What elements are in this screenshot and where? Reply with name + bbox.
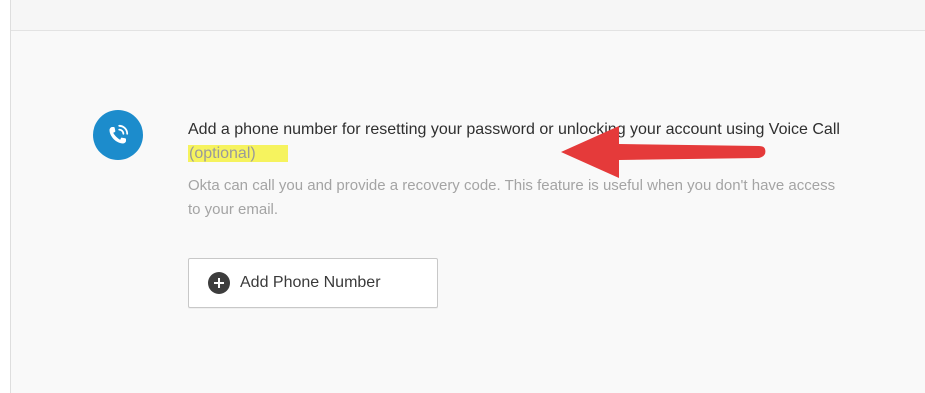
- panel-top-band: [11, 0, 925, 31]
- optional-tag: (optional): [188, 145, 288, 162]
- plus-circle-icon: [208, 272, 230, 294]
- add-phone-number-label: Add Phone Number: [240, 274, 381, 291]
- phone-voice-icon: [93, 110, 143, 160]
- add-phone-number-button[interactable]: Add Phone Number: [188, 258, 438, 308]
- red-arrow-left-icon: [561, 126, 766, 178]
- settings-panel: Add a phone number for resetting your pa…: [10, 0, 925, 393]
